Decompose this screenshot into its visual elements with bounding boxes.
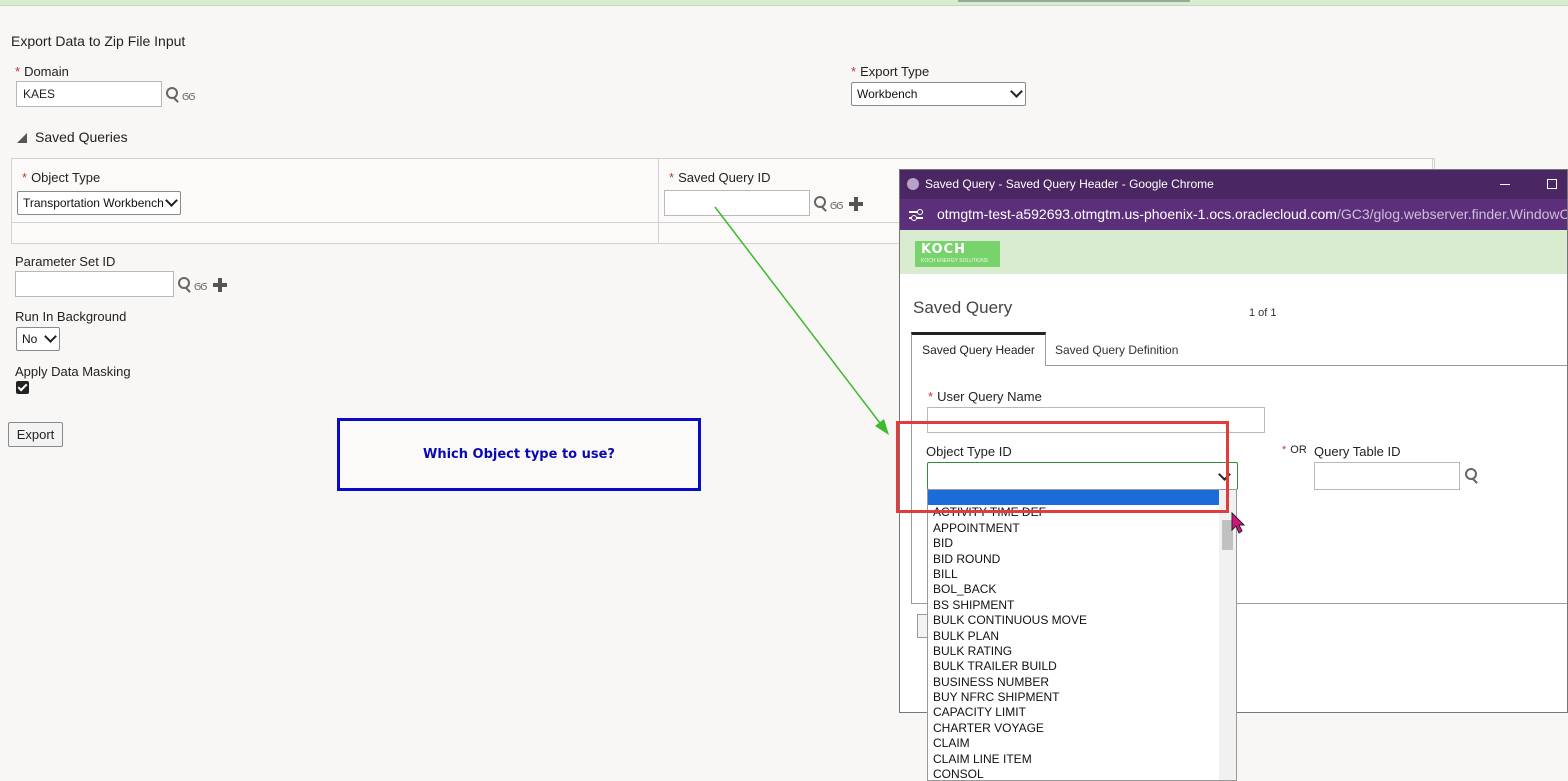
annotation-arrow-head xyxy=(875,419,889,435)
annotation-overlay xyxy=(714,206,1246,534)
annotation-arrow-line xyxy=(714,206,884,428)
mouse-cursor-icon xyxy=(1231,511,1246,534)
